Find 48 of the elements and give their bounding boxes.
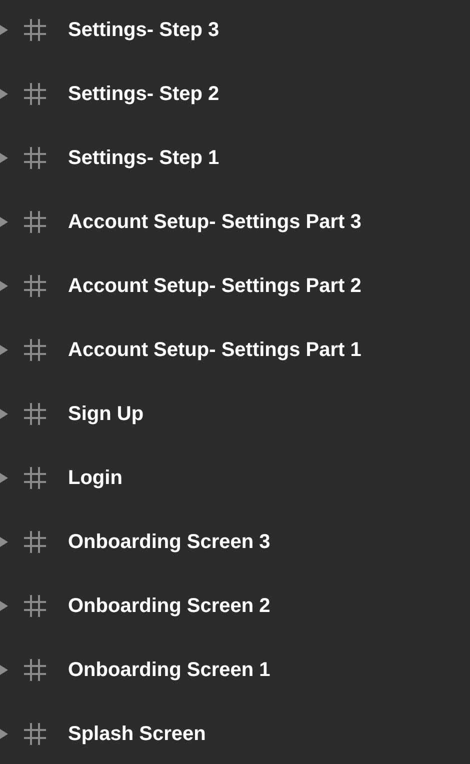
caret-icon[interactable] [0,345,8,355]
caret-icon[interactable] [0,409,8,419]
frame-icon [24,275,46,297]
frame-icon [24,147,46,169]
layer-name: Settings- Step 2 [68,82,220,107]
caret-icon[interactable] [0,217,8,227]
layer-row[interactable]: Onboarding Screen 1 [0,638,470,702]
caret-icon[interactable] [0,537,8,547]
layer-name: Sign Up [68,402,144,427]
layer-row[interactable]: Sign Up [0,382,470,446]
layer-name: Account Setup- Settings Part 1 [68,338,362,363]
layer-row[interactable]: Account Setup- Settings Part 1 [0,318,470,382]
caret-icon[interactable] [0,601,8,611]
layer-row[interactable]: Onboarding Screen 2 [0,574,470,638]
caret-icon[interactable] [0,25,8,35]
frame-icon [24,595,46,617]
frame-icon [24,659,46,681]
frame-icon [24,531,46,553]
frame-icon [24,403,46,425]
frame-icon [24,467,46,489]
layer-name: Onboarding Screen 1 [68,658,270,683]
frame-icon [24,211,46,233]
layer-name: Account Setup- Settings Part 3 [68,210,362,235]
caret-icon[interactable] [0,473,8,483]
layer-name: Account Setup- Settings Part 2 [68,274,362,299]
frame-icon [24,19,46,41]
frame-icon [24,339,46,361]
layer-row[interactable]: Splash Screen [0,702,470,764]
frame-icon [24,723,46,745]
caret-icon[interactable] [0,153,8,163]
layer-name: Settings- Step 3 [68,18,220,43]
layer-row[interactable]: Settings- Step 3 [0,0,470,62]
layer-name: Settings- Step 1 [68,146,220,171]
layer-name: Login [68,466,122,491]
layer-name: Onboarding Screen 3 [68,530,270,555]
layer-row[interactable]: Account Setup- Settings Part 3 [0,190,470,254]
caret-icon[interactable] [0,665,8,675]
caret-icon[interactable] [0,89,8,99]
layer-row[interactable]: Login [0,446,470,510]
layer-name: Splash Screen [68,722,206,747]
layer-name: Onboarding Screen 2 [68,594,270,619]
frame-icon [24,83,46,105]
layer-row[interactable]: Account Setup- Settings Part 2 [0,254,470,318]
caret-icon[interactable] [0,729,8,739]
caret-icon[interactable] [0,281,8,291]
layer-row[interactable]: Settings- Step 2 [0,62,470,126]
layer-row[interactable]: Settings- Step 1 [0,126,470,190]
layer-row[interactable]: Onboarding Screen 3 [0,510,470,574]
